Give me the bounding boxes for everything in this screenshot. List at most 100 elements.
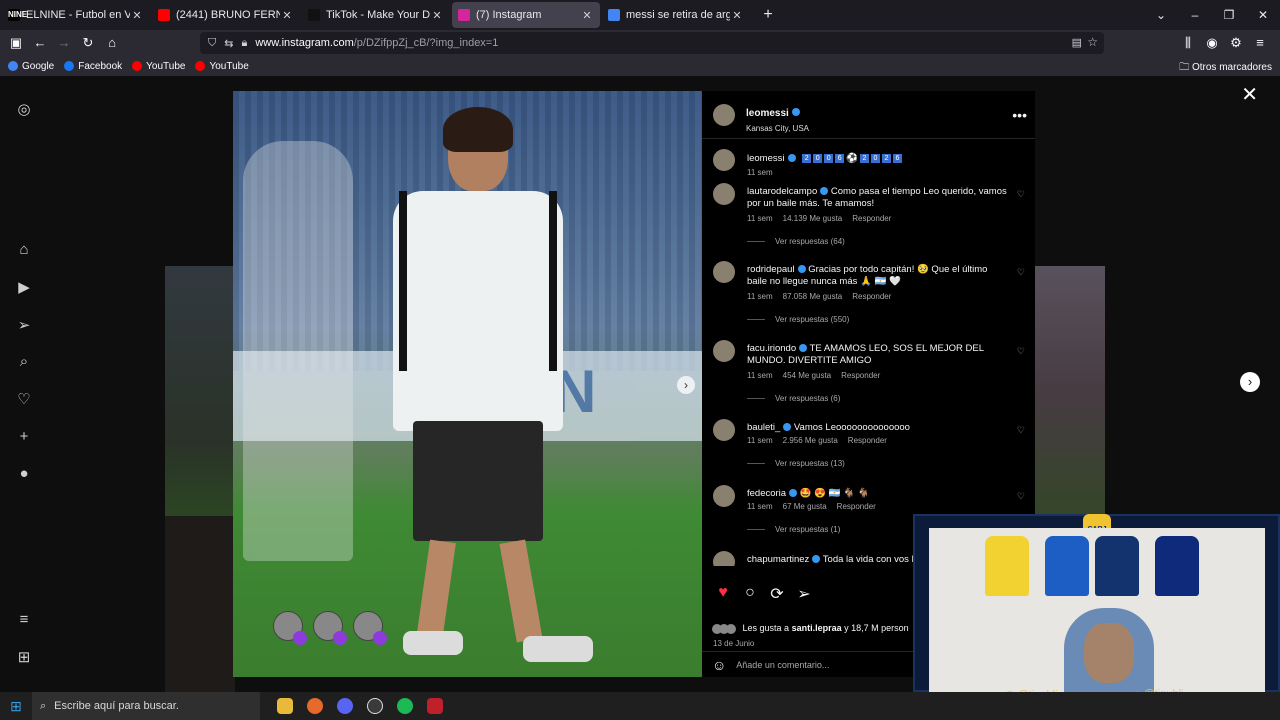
home-button[interactable]: ⌂ <box>100 32 124 54</box>
comment-like-heart-icon[interactable]: ♡ <box>1017 491 1025 502</box>
caption-username[interactable]: leomessi <box>747 153 785 164</box>
obs-icon[interactable] <box>360 692 390 720</box>
tagged-user-avatar[interactable] <box>353 611 387 645</box>
likes-count[interactable]: y 18,7 M person <box>844 623 909 633</box>
view-replies-button[interactable]: Ver respuestas (13) <box>747 459 845 468</box>
tab-list-chevron-icon[interactable]: ⌄ <box>1144 8 1178 22</box>
comment-like-heart-icon[interactable]: ♡ <box>1017 267 1025 278</box>
comment-like-heart-icon[interactable]: ♡ <box>1017 425 1025 436</box>
back-button[interactable]: ← <box>28 32 52 54</box>
search-icon[interactable]: ⌕ <box>14 353 34 373</box>
view-replies-button[interactable]: Ver respuestas (64) <box>747 237 845 246</box>
reader-view-icon[interactable]: ▤ <box>1072 36 1082 49</box>
tagged-user-avatar[interactable] <box>313 611 347 645</box>
restore-button[interactable]: ❐ <box>1212 8 1246 22</box>
apps-grid-icon[interactable]: ⊞ <box>14 648 34 668</box>
author-avatar[interactable] <box>713 104 735 126</box>
home-icon[interactable]: ⌂ <box>14 241 34 261</box>
permissions-icon[interactable]: ⇆ <box>224 37 233 50</box>
carousel-next-arrow[interactable]: › <box>677 376 695 394</box>
sidebar-toggle-icon[interactable]: ▣ <box>4 32 28 54</box>
author-username[interactable]: leomessi <box>746 108 789 119</box>
create-plus-icon[interactable]: + <box>14 428 34 448</box>
comment-like-heart-icon[interactable]: ♡ <box>1017 346 1025 357</box>
commenter-username[interactable]: fedecoria <box>747 488 786 499</box>
commenter-avatar[interactable] <box>713 261 735 283</box>
reply-button[interactable]: Responder <box>837 502 876 511</box>
close-window-button[interactable]: ✕ <box>1246 8 1280 22</box>
tab-close-icon[interactable]: ✕ <box>430 9 444 22</box>
comment-likes[interactable]: 67 Me gusta <box>783 502 827 511</box>
emoji-icon[interactable]: ☺ <box>712 657 726 673</box>
commenter-username[interactable]: chapumartinez <box>747 554 809 565</box>
bookmark-item[interactable]: YouTube <box>195 61 249 72</box>
instagram-logo-icon[interactable]: ◎ <box>14 100 34 120</box>
shield-icon[interactable]: ⛉ <box>208 37 216 50</box>
notifications-heart-icon[interactable]: ♡ <box>14 390 34 410</box>
comment-likes[interactable]: 454 Me gusta <box>783 371 831 380</box>
view-replies-button[interactable]: Ver respuestas (6) <box>747 394 840 403</box>
tab-close-icon[interactable]: ✕ <box>130 9 144 22</box>
tagged-user-avatar[interactable] <box>273 611 307 645</box>
taskbar-search[interactable]: ⌕ Escribe aquí para buscar. <box>32 692 260 720</box>
extensions-icon[interactable]: ⚙︎ <box>1224 32 1248 54</box>
commenter-username[interactable]: rodridepaul <box>747 264 795 275</box>
share-icon[interactable]: ➢ <box>791 584 817 604</box>
post-image[interactable]: EN › <box>233 91 702 677</box>
bookmark-item[interactable]: Facebook <box>64 61 122 72</box>
commenter-username[interactable]: facu.iriondo <box>747 343 796 354</box>
new-tab-button[interactable]: + <box>756 6 780 24</box>
windows-start-icon[interactable]: ⊞ <box>0 698 32 715</box>
forward-button[interactable]: → <box>52 32 76 54</box>
profile-avatar[interactable]: ● <box>14 465 34 485</box>
post-location[interactable]: Kansas City, USA <box>746 124 809 133</box>
tab-2[interactable]: TikTok - Make Your Day✕ <box>302 2 450 28</box>
account-icon[interactable]: ◉ <box>1200 32 1224 54</box>
repost-icon[interactable]: ⟳ <box>764 584 790 604</box>
commenter-username[interactable]: bauleti_ <box>747 422 780 433</box>
caption-avatar[interactable] <box>713 149 735 171</box>
address-bar[interactable]: ⛉ ⇆ 🔒︎ www.instagram.com /p/DZifppZj_cB/… <box>200 32 1104 54</box>
minimize-button[interactable]: – <box>1178 8 1212 22</box>
reload-button[interactable]: ↻ <box>76 32 100 54</box>
likes-summary[interactable]: Les gusta a santi.lepraa y 18,7 M person <box>712 623 909 634</box>
commenter-username[interactable]: lautarodelcampo <box>747 186 817 197</box>
library-icon[interactable]: ⫼ <box>1176 32 1200 54</box>
tab-0[interactable]: NINEELNINE - Futbol en Vivo✕ <box>2 2 150 28</box>
tab-4[interactable]: messi se retira de argentina - B✕ <box>602 2 750 28</box>
firefox-icon[interactable] <box>300 692 330 720</box>
likes-user[interactable]: santi.lepraa <box>792 623 842 633</box>
menu-icon[interactable]: ≡ <box>1248 32 1272 54</box>
tab-close-icon[interactable]: ✕ <box>280 9 294 22</box>
commenter-avatar[interactable] <box>713 419 735 441</box>
comment-likes[interactable]: 87.058 Me gusta <box>783 292 843 301</box>
reels-icon[interactable]: ▶ <box>14 278 34 298</box>
file-explorer-icon[interactable] <box>270 692 300 720</box>
tab-close-icon[interactable]: ✕ <box>580 9 594 22</box>
commenter-avatar[interactable] <box>713 485 735 507</box>
like-heart-icon[interactable]: ♥ <box>710 584 736 604</box>
bookmark-item[interactable]: YouTube <box>132 61 185 72</box>
app-icon[interactable] <box>420 692 450 720</box>
reply-button[interactable]: Responder <box>841 371 880 380</box>
commenter-avatar[interactable] <box>713 551 735 566</box>
view-replies-button[interactable]: Ver respuestas (550) <box>747 315 849 324</box>
tab-1[interactable]: (2441) BRUNO FERNANDES MA✕ <box>152 2 300 28</box>
tab-close-icon[interactable]: ✕ <box>730 9 744 22</box>
bookmark-star-icon[interactable]: ☆ <box>1087 35 1098 49</box>
tab-3[interactable]: (7) Instagram ✕ <box>452 2 600 28</box>
bookmark-item[interactable]: Google <box>8 61 54 72</box>
discord-icon[interactable] <box>330 692 360 720</box>
messages-icon[interactable]: ➢ <box>14 316 34 336</box>
spotify-icon[interactable] <box>390 692 420 720</box>
comment-likes[interactable]: 2.956 Me gusta <box>783 436 838 445</box>
other-bookmarks[interactable]: 🗀 Otros marcadores <box>1179 60 1272 77</box>
commenter-avatar[interactable] <box>713 183 735 205</box>
comment-icon[interactable]: ○ <box>737 584 763 604</box>
close-icon[interactable]: ✕ <box>1241 82 1258 107</box>
comment-like-heart-icon[interactable]: ♡ <box>1017 189 1025 200</box>
commenter-avatar[interactable] <box>713 340 735 362</box>
next-post-arrow[interactable]: › <box>1240 372 1260 392</box>
reply-button[interactable]: Responder <box>852 292 891 301</box>
reply-button[interactable]: Responder <box>848 436 887 445</box>
